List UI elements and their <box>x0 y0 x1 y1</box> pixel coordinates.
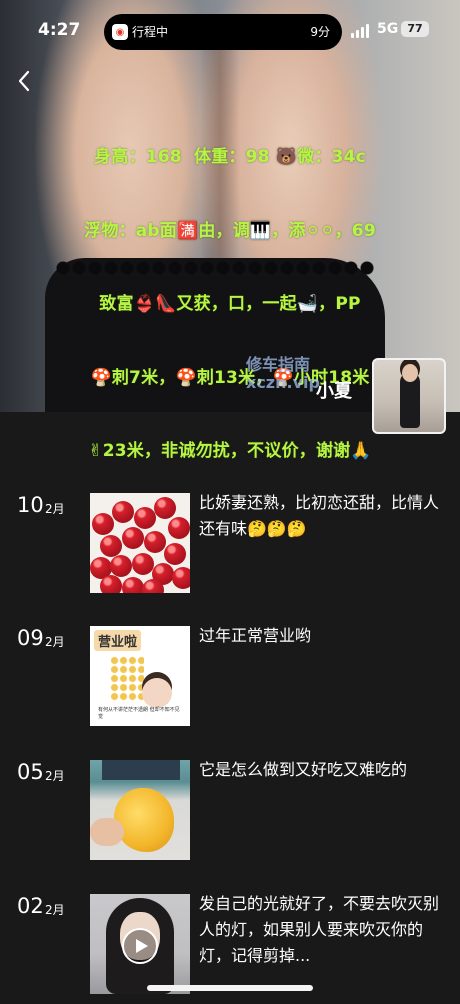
feed-post[interactable]: 05 2月 它是怎么做到又好吃又难吃的 <box>0 760 460 870</box>
profile-caption: 身高：168 体重：98 🐻微：34c 浮物：ab面🈵由，调🎹，添⚪⚪，69 致… <box>30 96 430 488</box>
caption-line: 致富👙👠又获，口，一起🛁，PP <box>99 294 361 314</box>
post-text: 过年正常营业哟 <box>199 626 312 645</box>
avatar-head <box>402 364 418 382</box>
post-month: 2月 <box>45 769 65 783</box>
post-text: 比娇妻还熟，比初恋还甜，比情人还有味🤔🤔🤔 <box>199 493 440 538</box>
caption-line: 身高：168 体重：98 🐻微：34c <box>94 147 366 167</box>
profile-name[interactable]: 小夏 <box>316 377 352 403</box>
feed-post[interactable]: 09 2月 营业啦 有何从不讲茫茫不透朗 但却不知不见觉 过年正常营业哟 <box>0 626 460 736</box>
status-time: 4:27 <box>38 20 81 40</box>
sticker-baby <box>142 678 172 708</box>
network-type: 5G <box>377 21 399 37</box>
chevron-left-icon <box>18 70 30 92</box>
live-activity-label: 行程中 <box>132 25 169 39</box>
ride-hailing-app-icon: ◉ <box>112 24 128 40</box>
post-thumbnail-video[interactable] <box>90 894 190 994</box>
post-day: 09 <box>17 626 44 650</box>
post-month: 2月 <box>45 635 65 649</box>
thumb-detail <box>114 788 174 852</box>
caption-line: ✌23米，非诚勿扰，不议价，谢谢🙏 <box>88 441 372 461</box>
post-thumbnail-cherries[interactable] <box>90 493 190 593</box>
play-icon[interactable] <box>122 928 158 964</box>
post-day: 02 <box>17 894 44 918</box>
post-day: 10 <box>17 493 44 517</box>
watermark: 修车指南 xczn.vip <box>246 356 320 392</box>
post-thumbnail-sticker[interactable]: 营业啦 有何从不讲茫茫不透朗 但却不知不见觉 <box>90 626 190 726</box>
post-text: 它是怎么做到又好吃又难吃的 <box>199 760 408 779</box>
live-activity-pill[interactable]: ◉ 行程中 9分 <box>104 14 342 50</box>
caption-line: 🍄刺7米，🍄刺13米，🍄小时18米 <box>90 367 370 388</box>
battery-icon: 77 <box>401 21 429 37</box>
thumb-detail <box>102 760 180 780</box>
caption-line: 浮物：ab面🈵由，调🎹，添⚪⚪，69 <box>84 220 376 241</box>
post-month: 2月 <box>45 502 65 516</box>
sticker-flowers <box>110 656 144 702</box>
sticker-tag: 营业啦 <box>94 630 142 651</box>
post-thumbnail-mango[interactable] <box>90 760 190 860</box>
status-bar: 4:27 ◉ 行程中 9分 5G 77 <box>0 0 460 62</box>
post-month: 2月 <box>45 903 65 917</box>
home-indicator[interactable] <box>147 985 313 991</box>
avatar[interactable] <box>372 358 446 434</box>
post-day: 05 <box>17 760 44 784</box>
feed-post[interactable]: 10 2月 比娇妻还熟，比初恋还甜，比情人还有味🤔🤔🤔 <box>0 493 460 603</box>
thumb-detail <box>90 818 124 846</box>
cellular-signal-icon <box>351 24 371 38</box>
live-activity-eta: 9分 <box>310 25 330 39</box>
post-text: 发自己的光就好了，不要去吹灭别人的灯，如果别人要来吹灭你的灯，记得剪掉... <box>199 894 440 965</box>
watermark-line: 修车指南 <box>246 355 311 374</box>
back-button[interactable] <box>14 68 36 94</box>
sticker-caption: 有何从不讲茫茫不透朗 但却不知不见觉 <box>98 707 180 720</box>
watermark-line: xczn.vip <box>246 373 320 392</box>
